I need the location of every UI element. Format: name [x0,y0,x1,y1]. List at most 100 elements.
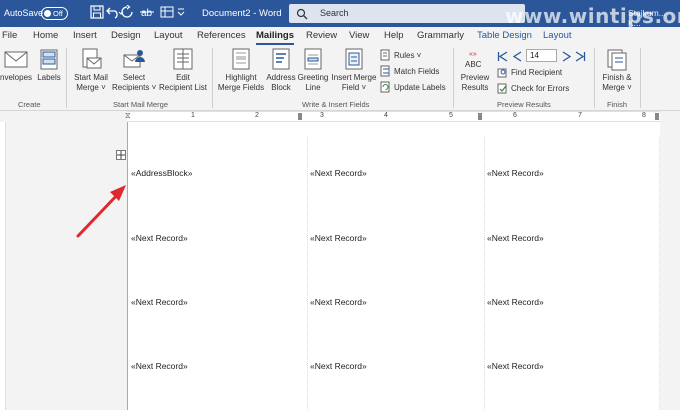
rules-button[interactable]: Rules ˅ [380,49,421,61]
next-record-field[interactable]: «Next Record» [487,361,544,371]
first-record-icon[interactable] [497,51,508,64]
group-separator [640,48,641,108]
group-start-mail-merge: Start Mail Merge [113,100,169,109]
tab-layout[interactable]: Layout [154,30,183,41]
tab-design[interactable]: Design [111,30,141,41]
finish-merge-button[interactable]: Finish & Merge ˅ [598,47,636,93]
save-icon[interactable] [90,5,106,21]
tab-review[interactable]: Review [306,30,337,41]
search-icon [296,8,308,20]
tab-file[interactable]: File [2,30,17,41]
next-record-field[interactable]: «Next Record» [487,297,544,307]
group-write-insert-fields: Write & Insert Fields [302,100,370,109]
search-box[interactable]: Search [289,4,525,23]
next-record-field[interactable]: «Next Record» [131,233,188,243]
column-marker[interactable] [655,113,659,120]
next-record-field[interactable]: «Next Record» [310,297,367,307]
column-marker[interactable] [478,113,482,120]
redo-icon[interactable] [120,4,136,21]
update-labels-button[interactable]: Update Labels [380,81,446,93]
tab-mailings[interactable]: Mailings [256,30,295,45]
column-marker[interactable] [298,113,302,120]
ribbon-tabs: File Home Insert Design Layout Reference… [0,27,680,45]
group-separator [66,48,67,108]
tab-help[interactable]: Help [384,30,404,41]
group-create: Create [18,100,41,109]
greeting-line-label-2: Line [305,83,321,92]
autosave-state: Off [53,9,63,18]
labels-button[interactable]: Labels [36,47,62,83]
address-block-label-2: Block [271,83,291,92]
edit-list-icon [173,48,193,70]
table-column-gridline [307,137,308,410]
next-record-field[interactable]: «Next Record» [487,233,544,243]
horizontal-ruler[interactable]: ⧖ 1 2 3 4 5 6 7 8 [0,111,680,122]
last-record-icon[interactable] [575,51,586,64]
highlight-fields-icon [232,48,250,70]
insert-merge-field-button[interactable]: Insert Merge Field ˅ [329,47,379,93]
tab-references[interactable]: References [197,30,246,41]
next-record-icon[interactable] [561,51,572,64]
document-page[interactable] [127,122,660,410]
ruler-number: 4 [384,112,388,119]
match-fields-icon [380,65,390,77]
autosave-toggle[interactable]: Off [41,7,68,20]
tab-table-layout[interactable]: Layout [543,30,572,41]
tab-insert[interactable]: Insert [73,30,97,41]
table-icon[interactable] [160,5,176,21]
group-separator [453,48,454,108]
tab-grammarly[interactable]: Grammarly [417,30,464,41]
start-mail-merge-button[interactable]: Start Mail Merge ˅ [70,47,112,93]
indent-marker-icon[interactable]: ⧖ [125,111,131,121]
table-move-handle[interactable] [116,150,126,160]
next-record-field[interactable]: «Next Record» [310,168,367,178]
record-number-input[interactable]: 14 [526,49,557,62]
start-mail-merge-label-2: Merge ˅ [76,83,106,92]
address-block-field[interactable]: «AddressBlock» [131,168,192,178]
labels-label: Labels [37,73,61,82]
finish-merge-icon [607,49,627,71]
address-block-button[interactable]: Address Block [265,47,297,93]
next-record-field[interactable]: «Next Record» [487,168,544,178]
check-for-errors-label: Check for Errors [511,84,570,93]
vertical-ruler[interactable] [0,122,6,410]
select-recipients-button[interactable]: Select Recipients ˅ [112,47,156,93]
find-recipient-button[interactable]: Find Recipient [497,67,562,78]
greeting-line-button[interactable]: Greeting Line [296,47,330,93]
next-record-field[interactable]: «Next Record» [131,297,188,307]
customize-toolbar-icon[interactable] [176,5,192,21]
move-icon [117,151,125,159]
match-fields-label: Match Fields [394,66,440,76]
match-fields-button[interactable]: Match Fields [380,65,439,77]
insert-merge-field-label-2: Field ˅ [341,83,367,92]
ruler-number: 2 [255,112,259,119]
preview-results-button[interactable]: «» ABC Preview Results [456,47,494,93]
ruler-number: 3 [320,112,324,119]
next-record-field[interactable]: «Next Record» [310,361,367,371]
edit-recipient-list-button[interactable]: Edit Recipient List [158,47,208,93]
insert-merge-field-label-1: Insert Merge [331,73,377,82]
svg-text:ab: ab [141,8,153,19]
check-for-errors-button[interactable]: Check for Errors [497,83,569,94]
envelopes-button[interactable]: nvelopes [0,47,32,83]
autosave-label: AutoSave [4,8,44,18]
preview-results-label-2: Results [461,83,489,92]
next-record-field[interactable]: «Next Record» [310,233,367,243]
insert-merge-field-icon [345,48,363,70]
svg-text:«»: «» [469,51,477,58]
tab-view[interactable]: View [349,30,369,41]
rules-label: Rules ˅ [394,50,422,60]
strikethrough-icon[interactable]: ab [140,5,156,21]
preview-results-icon: «» ABC [465,51,482,69]
group-finish: Finish [607,100,628,109]
edit-recipient-list-label-2: Recipient List [158,83,208,92]
greeting-line-label-1: Greeting [297,73,329,82]
labels-icon [40,49,58,70]
highlight-label-2: Merge Fields [217,83,265,92]
tab-table-design[interactable]: Table Design [477,30,532,41]
highlight-merge-fields-button[interactable]: Highlight Merge Fields [216,47,266,93]
right-margin-area [660,122,680,410]
tab-home[interactable]: Home [33,30,58,41]
previous-record-icon[interactable] [512,51,523,64]
next-record-field[interactable]: «Next Record» [131,361,188,371]
